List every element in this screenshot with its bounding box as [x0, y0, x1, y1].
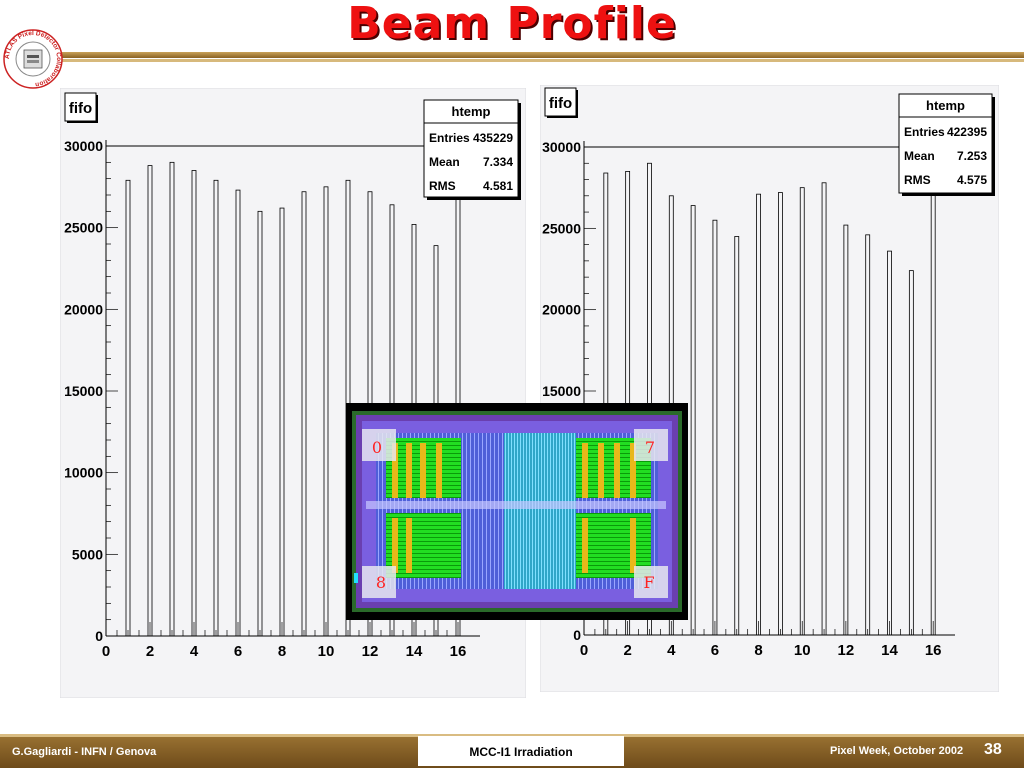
x-tick-label: 10: [318, 643, 335, 660]
atlas-pixel-logo: ATLAS Pixel Detector Collaboration: [3, 29, 63, 89]
x-tick-label: 14: [881, 642, 898, 659]
stats-label: Entries: [904, 125, 945, 139]
stats-value: 4.581: [483, 179, 513, 193]
y-tick-label: 0: [95, 628, 103, 644]
stats-value: 4.575: [957, 173, 987, 187]
x-tick-label: 12: [838, 642, 855, 659]
y-tick-label: 15000: [542, 383, 581, 399]
chip-corner-label-8: 8: [376, 573, 386, 592]
slide-title: Beam Profile: [347, 0, 677, 49]
x-tick-label: 4: [190, 643, 199, 660]
y-tick-label: 30000: [542, 139, 581, 155]
y-tick-label: 25000: [542, 220, 581, 236]
x-tick-label: 2: [623, 642, 631, 659]
y-tick-label: 20000: [64, 301, 103, 317]
stats-label: RMS: [904, 173, 931, 187]
chart-title: fifo: [69, 100, 92, 117]
chip-corner-label-f: F: [643, 573, 654, 592]
x-tick-label: 12: [362, 643, 379, 660]
chart-title: fifo: [549, 95, 572, 112]
x-tick-label: 16: [925, 642, 942, 659]
x-tick-label: 2: [146, 643, 154, 660]
stats-name: htemp: [926, 98, 965, 113]
chip-corner-label-7: 7: [645, 438, 655, 457]
y-tick-label: 30000: [64, 138, 103, 154]
y-tick-label: 10000: [64, 465, 103, 481]
footer-topic: MCC-I1 Irradiation: [469, 745, 573, 759]
y-tick-label: 15000: [64, 383, 103, 399]
stats-name: htemp: [452, 104, 491, 119]
y-tick-label: 25000: [64, 220, 103, 236]
x-tick-label: 10: [794, 642, 811, 659]
page-number: 38: [984, 741, 1002, 758]
x-tick-label: 0: [580, 642, 588, 659]
x-tick-label: 6: [711, 642, 719, 659]
y-tick-label: 20000: [542, 302, 581, 318]
x-tick-label: 0: [102, 643, 110, 660]
x-tick-label: 6: [234, 643, 242, 660]
x-tick-label: 8: [754, 642, 762, 659]
x-tick-label: 14: [406, 643, 423, 660]
x-tick-label: 4: [667, 642, 676, 659]
stats-value: 422395: [947, 125, 987, 139]
stats-label: Entries: [429, 131, 470, 145]
stats-value: 435229: [473, 131, 513, 145]
stats-label: RMS: [429, 179, 456, 193]
x-tick-label: 8: [278, 643, 286, 660]
y-tick-label: 0: [573, 627, 581, 643]
stats-value: 7.253: [957, 149, 987, 163]
stats-label: Mean: [429, 155, 460, 169]
chip-corner-label-0: 0: [372, 438, 382, 457]
stats-label: Mean: [904, 149, 935, 163]
footer-event: Pixel Week, October 2002: [830, 745, 964, 757]
x-tick-label: 16: [450, 643, 467, 660]
stats-value: 7.334: [483, 155, 513, 169]
title-rule: [60, 52, 1024, 64]
footer-author: G.Gagliardi - INFN / Genova: [12, 746, 157, 758]
chip-layout-image: 0 7 8 F: [346, 403, 688, 620]
y-tick-label: 5000: [72, 546, 103, 562]
